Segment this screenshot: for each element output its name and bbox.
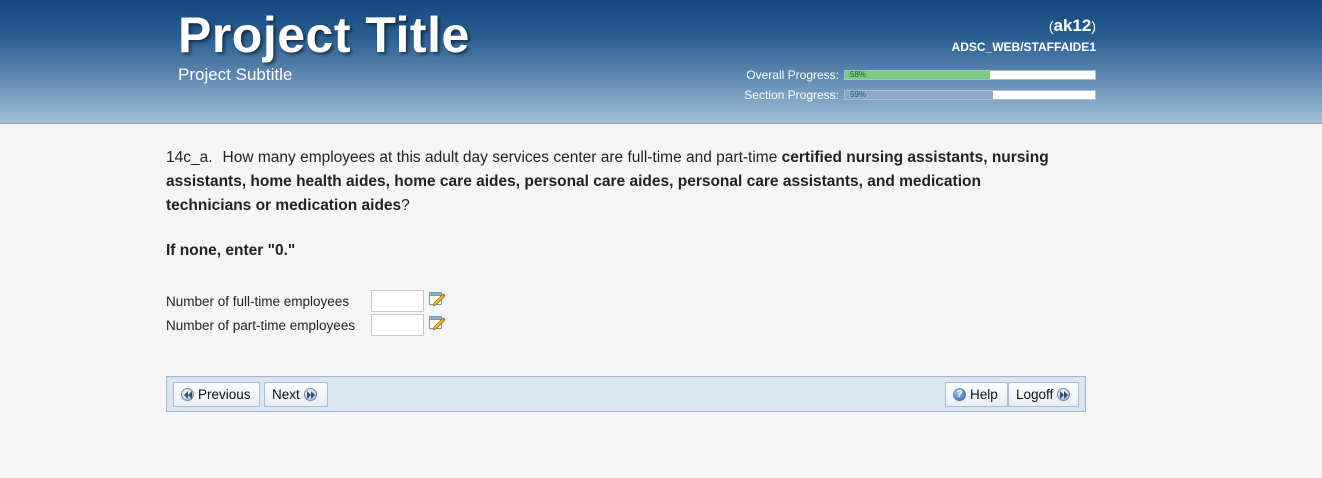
navigation-bar: Previous Next ? Help Logoff [166,376,1086,412]
user-id-display: (ak12) [1049,16,1096,36]
parttime-employees-input[interactable] [371,314,424,336]
fast-forward-icon [303,388,317,401]
help-button[interactable]: ? Help [945,382,1008,407]
question-number: 14c_a. [166,149,213,166]
section-progress-bar: 59% [844,90,1096,100]
question-text: 14c_a. How many employees at this adult d… [166,146,1066,218]
project-subtitle: Project Subtitle [178,65,293,84]
logoff-button[interactable]: Logoff [1008,382,1079,407]
parttime-label: Number of part-time employees [166,318,356,333]
next-button-label: Next [272,387,300,402]
section-progress-text: 59% [850,90,867,99]
section-progress-label: Section Progress: [744,88,839,102]
previous-button[interactable]: Previous [173,382,260,407]
project-title: Project Title [178,7,470,63]
note-edit-icon[interactable] [429,315,446,330]
fulltime-employees-input[interactable] [371,290,424,312]
overall-progress-fill [845,71,990,79]
question-text-after: ? [401,197,410,214]
fulltime-label: Number of full-time employees [166,294,350,309]
user-id: ak12 [1053,16,1092,35]
user-paren-close: ) [1091,18,1096,34]
rewind-icon [181,388,194,401]
question-text-before: How many employees at this adult day ser… [222,149,782,166]
page-header: Project Title Project Subtitle (ak12) AD… [0,0,1322,124]
instrument-path: ADSC_WEB/STAFFAIDE1 [951,40,1096,54]
parttime-field-row: Number of part-time employees [166,314,466,336]
overall-progress-text: 58% [850,70,867,79]
overall-progress-label: Overall Progress: [746,68,839,82]
section-progress-fill [845,91,993,99]
next-button[interactable]: Next [264,382,328,407]
overall-progress-bar: 58% [844,70,1096,80]
fulltime-field-row: Number of full-time employees [166,290,466,312]
section-progress: Section Progress: 59% [700,88,1096,102]
overall-progress: Overall Progress: 58% [700,68,1096,82]
question-instruction: If none, enter "0." [166,242,296,259]
help-button-label: Help [970,387,998,402]
fast-forward-icon [1057,388,1071,401]
previous-button-label: Previous [198,387,251,402]
note-edit-icon[interactable] [429,291,446,306]
logoff-button-label: Logoff [1016,387,1054,402]
help-icon: ? [953,388,966,401]
